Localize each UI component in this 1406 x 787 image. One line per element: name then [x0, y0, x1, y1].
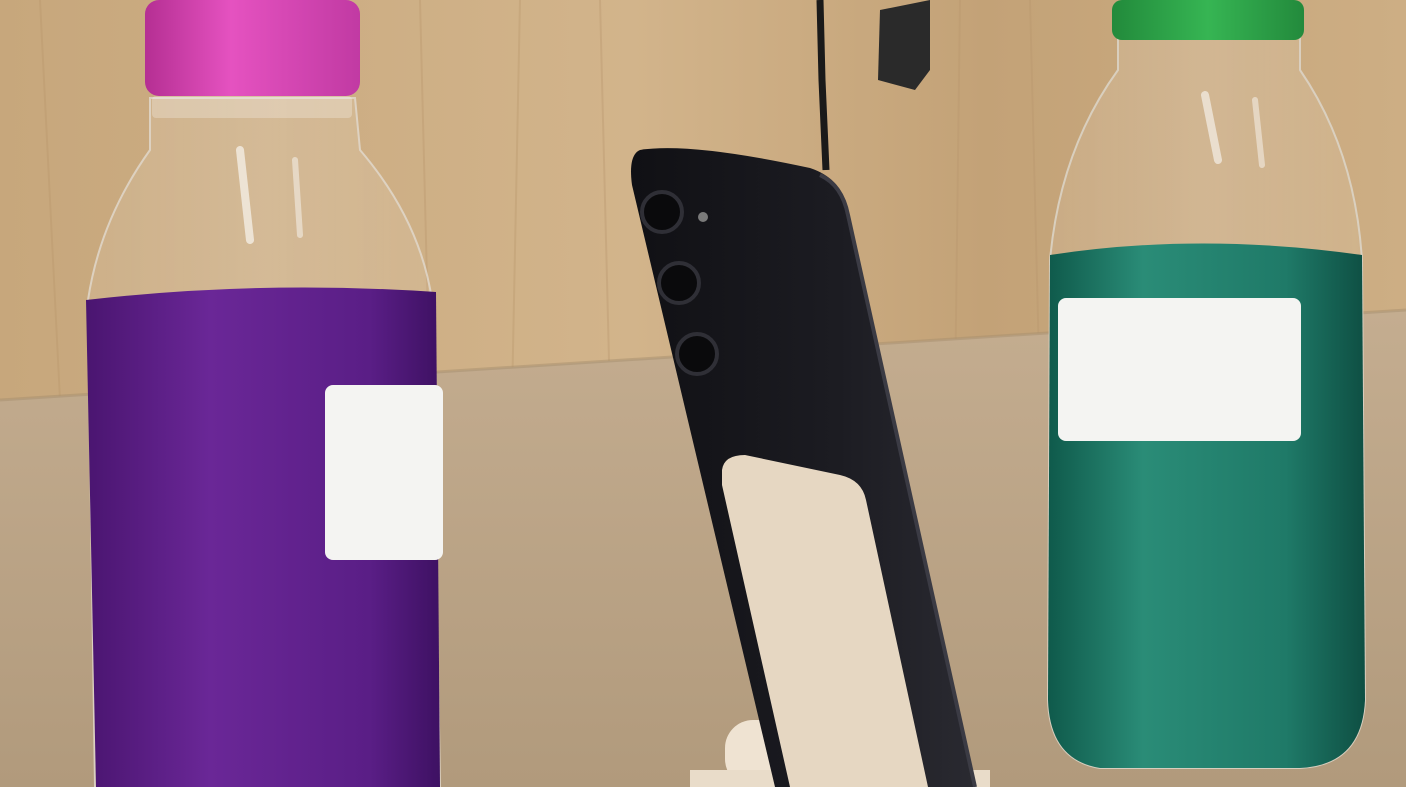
magenta-cap-icon	[145, 0, 360, 96]
bottle-purple-neck-ring	[152, 96, 352, 118]
camera-lens-icon	[657, 261, 701, 305]
camera-lens-icon	[675, 332, 719, 376]
camera-lens-icon	[640, 190, 684, 234]
bottle-purple-label	[325, 385, 443, 560]
flash-icon	[698, 212, 708, 222]
green-cap-icon	[1112, 0, 1304, 40]
bottle-teal	[1046, 0, 1367, 769]
bottle-teal-label	[1058, 298, 1301, 441]
photo-scene	[0, 0, 1406, 787]
cable-clip-icon	[878, 0, 930, 90]
